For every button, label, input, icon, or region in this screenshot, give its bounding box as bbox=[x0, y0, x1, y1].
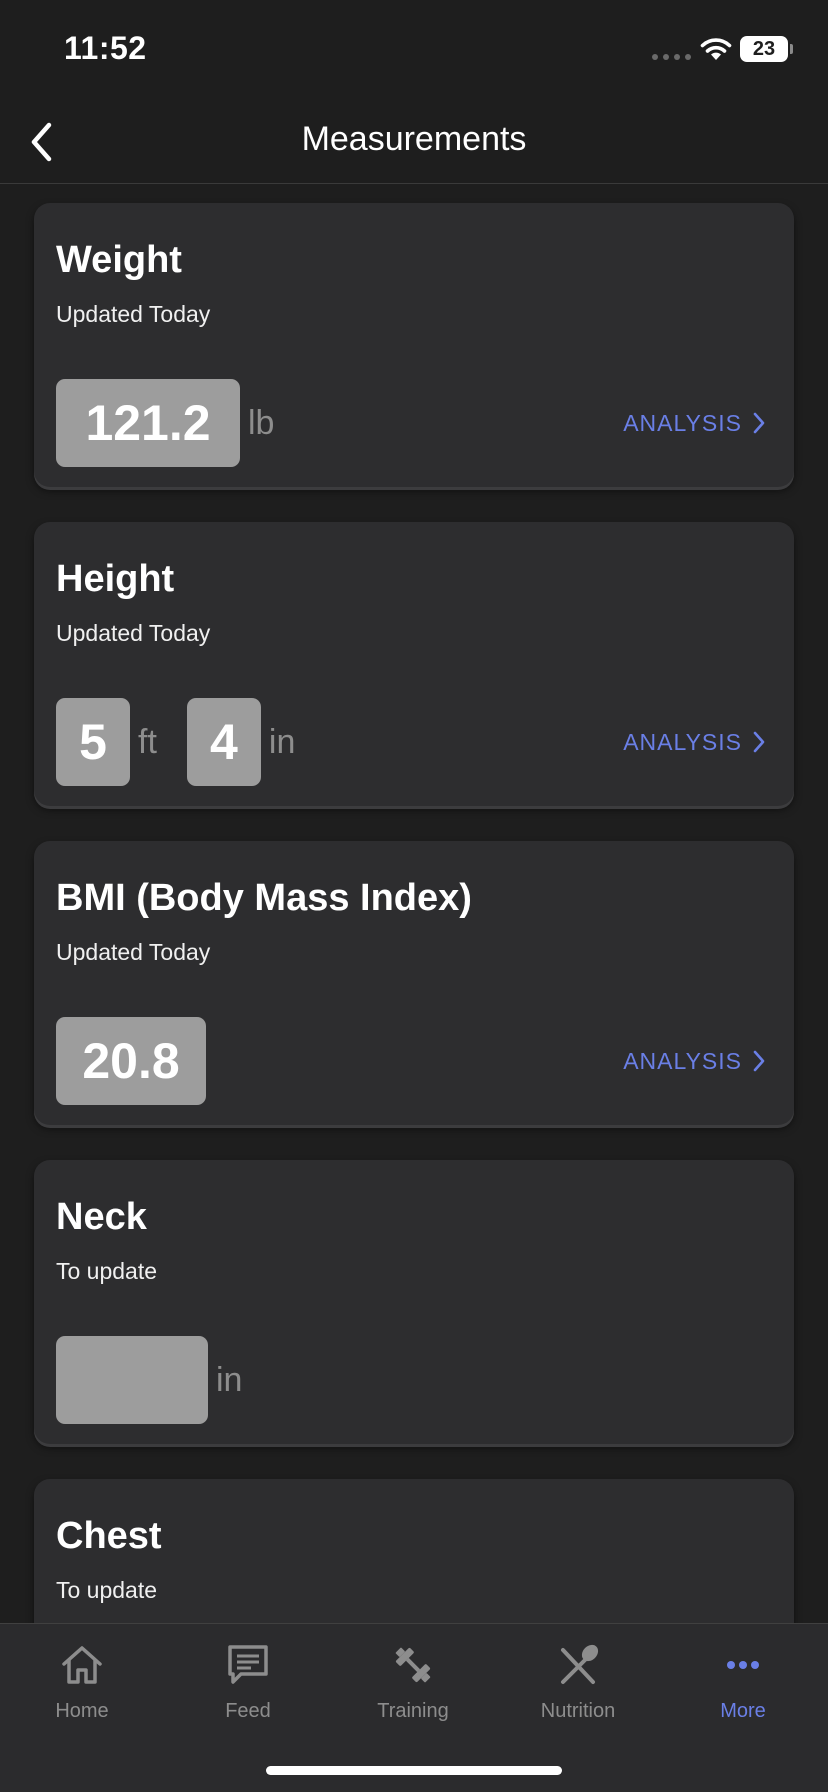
analysis-label: ANALYSIS bbox=[623, 1047, 742, 1074]
home-indicator[interactable] bbox=[266, 1766, 562, 1775]
wifi-icon bbox=[700, 38, 732, 60]
bmi-value-field[interactable]: 20.8 bbox=[56, 1017, 206, 1105]
tab-nutrition[interactable]: Nutrition bbox=[508, 1642, 648, 1732]
tab-training[interactable]: Training bbox=[343, 1642, 483, 1732]
analysis-label: ANALYSIS bbox=[623, 728, 742, 755]
weight-card[interactable]: Weight Updated Today 121.2 lb ANALYSIS bbox=[34, 203, 794, 487]
value-row: 121.2 lb bbox=[56, 379, 304, 467]
card-title: BMI (Body Mass Index) bbox=[56, 877, 472, 919]
feed-icon bbox=[228, 1645, 268, 1684]
battery-level: 23 bbox=[752, 38, 776, 60]
bmi-card[interactable]: BMI (Body Mass Index) Updated Today 20.8… bbox=[34, 841, 794, 1125]
battery-icon: 23 bbox=[740, 36, 793, 62]
tab-label: Home bbox=[55, 1700, 109, 1722]
weight-analysis-link[interactable]: ANALYSIS bbox=[623, 403, 766, 443]
card-subtitle: To update bbox=[56, 1258, 158, 1284]
status-time: 11:52 bbox=[64, 30, 147, 66]
tab-label: Training bbox=[377, 1700, 449, 1722]
tab-label: Feed bbox=[225, 1700, 271, 1722]
bmi-analysis-link[interactable]: ANALYSIS bbox=[623, 1041, 766, 1081]
unit-label: lb bbox=[248, 403, 275, 442]
value-row: 20.8 bbox=[56, 1017, 206, 1105]
unit-label: in bbox=[216, 1360, 243, 1399]
value-row: 5 ft 4 in bbox=[56, 698, 325, 786]
card-title: Height bbox=[56, 558, 175, 600]
height-feet-field[interactable]: 5 bbox=[56, 698, 130, 786]
tab-more[interactable]: More bbox=[673, 1642, 813, 1732]
screen: 11:52 23 Measurements Weight Updated Tod… bbox=[0, 0, 828, 1792]
tab-label: Nutrition bbox=[540, 1700, 616, 1722]
dumbbell-icon bbox=[395, 1647, 431, 1683]
height-analysis-link[interactable]: ANALYSIS bbox=[623, 722, 766, 762]
page-title: Measurements bbox=[301, 120, 527, 158]
card-subtitle: Updated Today bbox=[56, 939, 211, 965]
fork-spoon-icon bbox=[561, 1644, 599, 1684]
chevron-right-icon bbox=[753, 731, 765, 753]
cellular-signal-icon bbox=[652, 54, 691, 60]
analysis-label: ANALYSIS bbox=[623, 409, 742, 436]
neck-card[interactable]: Neck To update in bbox=[34, 1160, 794, 1444]
card-subtitle: Updated Today bbox=[56, 620, 211, 646]
card-title: Weight bbox=[56, 239, 182, 281]
chevron-right-icon bbox=[753, 1050, 765, 1072]
chest-card[interactable]: Chest To update bbox=[34, 1479, 794, 1623]
measurements-list[interactable]: Weight Updated Today 121.2 lb ANALYSIS H… bbox=[0, 185, 828, 1623]
tab-feed[interactable]: Feed bbox=[178, 1642, 318, 1732]
card-title: Neck bbox=[56, 1196, 147, 1238]
card-subtitle: Updated Today bbox=[56, 301, 211, 327]
unit-label: ft bbox=[138, 722, 157, 761]
weight-value-field[interactable]: 121.2 bbox=[56, 379, 240, 467]
value-row: in bbox=[56, 1336, 272, 1424]
more-icon bbox=[727, 1661, 759, 1669]
height-inches-field[interactable]: 4 bbox=[186, 698, 261, 786]
neck-value-field[interactable] bbox=[56, 1336, 208, 1424]
home-icon bbox=[62, 1646, 102, 1684]
status-bar: 11:52 23 bbox=[0, 0, 828, 100]
chevron-right-icon bbox=[753, 412, 765, 434]
unit-label: in bbox=[268, 722, 296, 761]
card-title: Chest bbox=[56, 1515, 162, 1557]
height-card[interactable]: Height Updated Today 5 ft 4 in ANALYSIS bbox=[34, 522, 794, 806]
tab-label: More bbox=[720, 1700, 766, 1722]
card-subtitle: To update bbox=[56, 1577, 158, 1603]
tab-home[interactable]: Home bbox=[12, 1642, 152, 1732]
nav-bar: Measurements bbox=[0, 100, 828, 184]
